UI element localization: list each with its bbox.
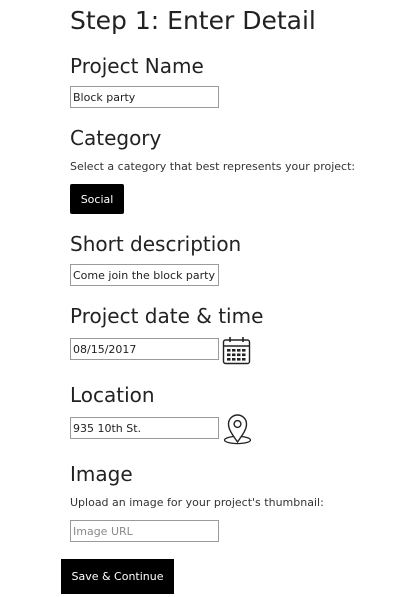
page-title: Step 1: Enter Detail [70,6,316,35]
location-label: Location [70,383,155,407]
project-date-input[interactable] [70,338,219,360]
category-social-button[interactable]: Social [70,184,124,214]
short-description-input[interactable] [70,264,219,286]
short-description-label: Short description [70,232,242,256]
map-pin-icon[interactable] [222,413,253,445]
project-name-label: Project Name [70,54,204,78]
image-hint: Upload an image for your project's thumb… [70,496,324,509]
image-label: Image [70,462,133,486]
project-date-time-label: Project date & time [70,304,264,328]
save-continue-button[interactable]: Save & Continue [61,559,174,594]
location-input[interactable] [70,417,219,439]
image-url-input[interactable] [70,520,219,542]
project-name-input[interactable] [70,86,219,108]
category-hint: Select a category that best represents y… [70,160,356,173]
calendar-icon[interactable] [222,336,251,365]
category-label: Category [70,126,162,150]
